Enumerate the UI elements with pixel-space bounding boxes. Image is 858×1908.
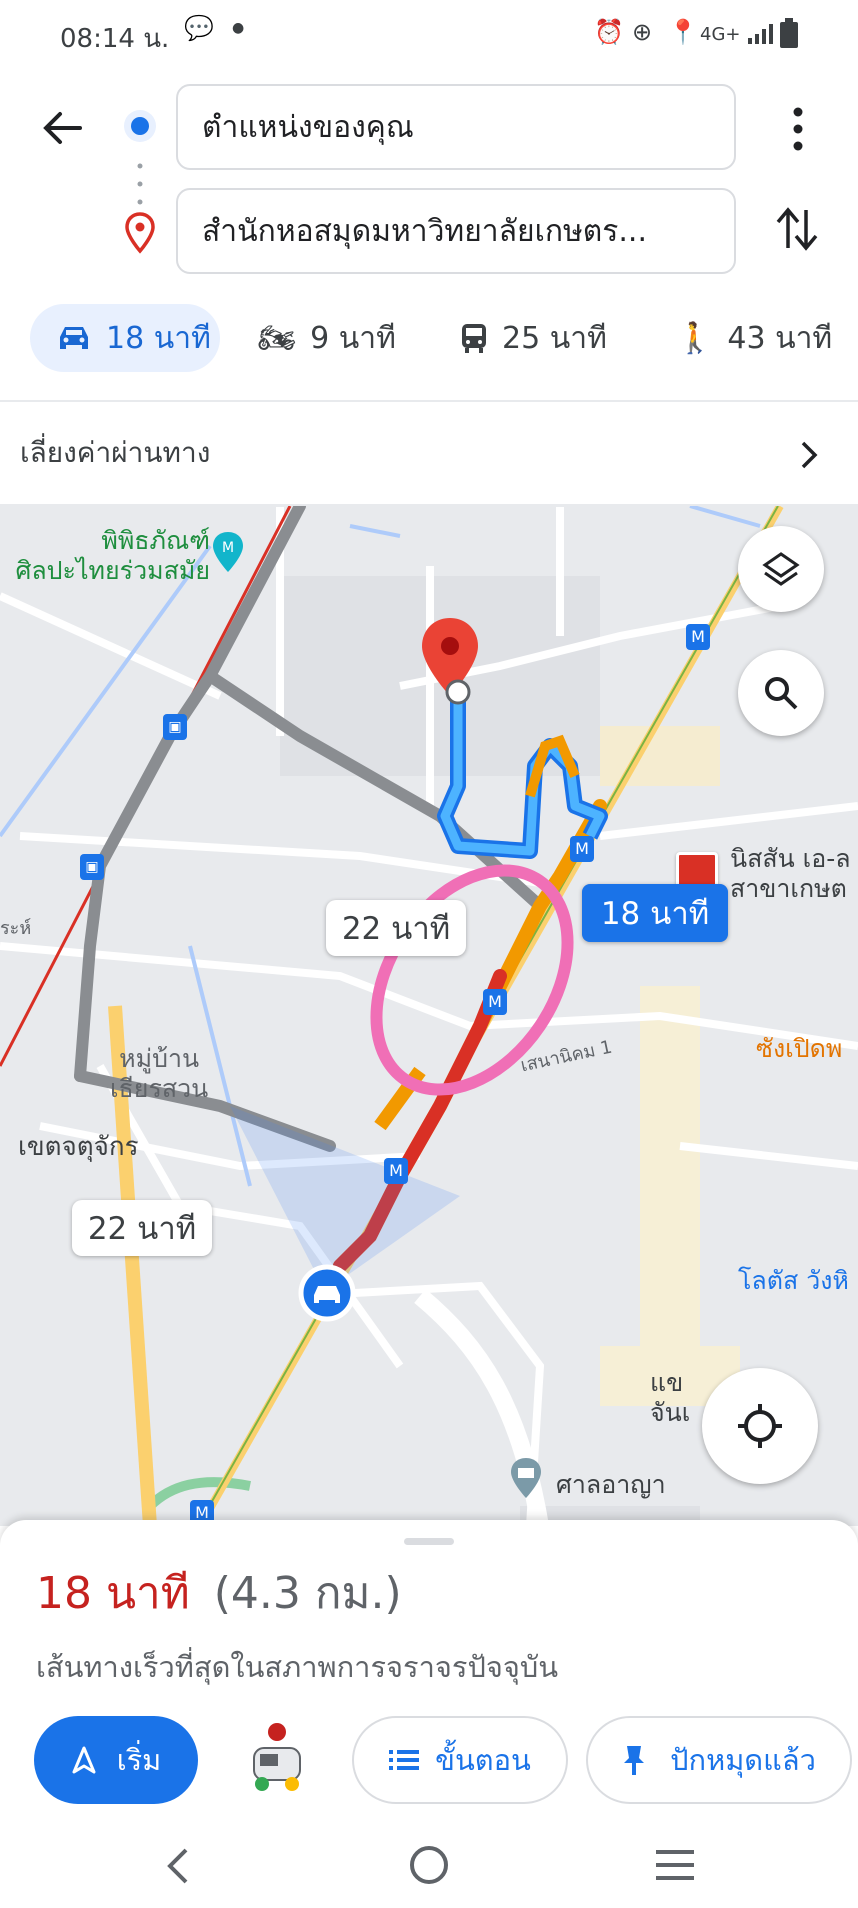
svg-text:M: M — [222, 540, 234, 556]
layers-button[interactable] — [738, 526, 824, 612]
mode-walking[interactable]: 🚶 43 นาที — [676, 304, 846, 372]
destination-pin-icon — [125, 212, 155, 254]
alt-route-time-1[interactable]: 22 นาที — [326, 900, 466, 956]
bus-stop-icon[interactable]: ▣ — [80, 854, 104, 880]
crosshair-icon — [738, 1404, 782, 1448]
car-icon — [60, 327, 88, 349]
alt-route-time-2[interactable]: 22 นาที — [72, 1200, 212, 1256]
my-location-button[interactable] — [702, 1368, 818, 1484]
metro-station-icon[interactable]: M — [686, 624, 710, 650]
network-label: 4G+ — [700, 24, 741, 45]
lotus-label[interactable]: โลตัส วังหิ — [738, 1266, 849, 1296]
pinned-button-label: ปักหมุดแล้ว — [670, 1743, 816, 1777]
metro-station-icon[interactable]: M — [570, 836, 594, 862]
mode-transit-label: 25 นาที — [502, 320, 607, 356]
alarm-icon: ⏰ — [594, 18, 624, 46]
origin-field[interactable]: ตำแหน่งของคุณ — [176, 84, 736, 170]
market-label[interactable]: ซังเปิดพ — [756, 1034, 842, 1064]
start-button[interactable]: เริ่ม — [34, 1716, 198, 1804]
route-summary: 18 นาที (4.3 กม.) — [36, 1568, 402, 1619]
status-time: 08:14 น. — [60, 24, 170, 54]
route-distance: (4.3 กม.) — [213, 1568, 402, 1619]
museum-label[interactable]: พิพิธภัณฑ์ ศิลปะไทยร่วมสมัย — [0, 526, 210, 586]
court-icon[interactable] — [508, 1456, 544, 1502]
village-label: หมู่บ้าน เธียรสวน — [110, 1044, 209, 1103]
list-icon — [389, 1750, 420, 1770]
current-location-icon[interactable] — [298, 1264, 356, 1322]
origin-dot-icon — [124, 110, 156, 142]
mode-driving-label: 18 นาที — [106, 320, 211, 356]
navigation-arrow-icon — [72, 1746, 96, 1774]
steps-button[interactable]: ขั้นตอน — [352, 1716, 568, 1804]
nav-menu-icon[interactable] — [654, 1848, 696, 1882]
walk-icon: 🚶 — [676, 320, 714, 356]
steps-button-label: ขั้นตอน — [435, 1743, 531, 1777]
district-label: เขตจตุจักร — [18, 1132, 139, 1162]
avoid-tolls-label: เลี่ยงค่าผ่านทาง — [20, 436, 211, 469]
chat-icon: 💬 — [184, 14, 214, 42]
street-view-icon[interactable] — [246, 1720, 308, 1800]
metro-station-icon[interactable]: M — [483, 989, 507, 1015]
battery-icon — [780, 18, 798, 48]
court-label[interactable]: ศาลอาญา — [556, 1470, 666, 1500]
nav-home-icon[interactable] — [408, 1844, 450, 1886]
start-button-label: เริ่ม — [116, 1743, 162, 1777]
more-options-icon[interactable] — [780, 104, 816, 154]
layers-icon — [762, 552, 800, 586]
status-bar: 08:14 น. 💬 ● ⏰ ⊕ 📍 4G+ — [0, 0, 858, 68]
dot-icon: ● — [232, 20, 245, 36]
location-icon: 📍 — [668, 18, 698, 46]
pinned-button[interactable]: ปักหมุดแล้ว — [586, 1716, 852, 1804]
chevron-right-icon — [801, 441, 818, 469]
route-summary-sheet[interactable]: 18 นาที (4.3 กม.) เส้นทางเร็วที่สุดในสภา… — [0, 1520, 858, 1820]
system-nav-bar — [0, 1820, 858, 1908]
route-duration: 18 นาที — [36, 1568, 190, 1619]
nav-back-icon[interactable] — [166, 1846, 190, 1886]
pin-icon — [624, 1746, 645, 1775]
destination-field[interactable]: สำนักหอสมุดมหาวิทยาลัยเกษตร... — [176, 188, 736, 274]
search-icon — [765, 677, 798, 710]
back-arrow-icon[interactable] — [40, 106, 84, 150]
metro-station-icon[interactable]: M — [384, 1158, 408, 1184]
signal-icon — [748, 24, 773, 44]
mode-transit[interactable]: 25 นาที — [460, 304, 620, 372]
mode-motorcycle-label: 9 นาที — [310, 320, 396, 356]
partial-label: แข จันเ — [650, 1368, 691, 1427]
route-description: เส้นทางเร็วที่สุดในสภาพการจราจรปัจจุบัน — [36, 1650, 559, 1684]
primary-route-time[interactable]: 18 นาที — [582, 884, 728, 942]
road-left-label: ระห์ — [0, 918, 32, 939]
sync-icon: ⊕ — [632, 18, 653, 46]
drag-handle[interactable] — [404, 1538, 454, 1545]
route-dots — [137, 163, 143, 205]
map-view[interactable]: M M M M M ▣ ▣ พิพิธภัณฑ์ ศิลปะไทยร่วมสมั… — [0, 506, 858, 1526]
museum-icon[interactable]: M — [210, 530, 246, 574]
bus-stop-icon[interactable]: ▣ — [163, 714, 187, 740]
swap-icon[interactable] — [774, 204, 820, 254]
avoid-tolls-option[interactable]: เลี่ยงค่าผ่านทาง — [0, 400, 858, 506]
mode-walking-label: 43 นาที — [727, 320, 833, 356]
mode-motorcycle[interactable]: 🏍 9 นาที — [258, 304, 418, 372]
nissan-label[interactable]: นิสสัน เอ-ล สาขาเกษต — [730, 844, 858, 904]
destination-marker-icon[interactable] — [418, 616, 482, 706]
mode-driving[interactable]: 18 นาที — [30, 304, 220, 372]
motorcycle-icon: 🏍 — [258, 320, 297, 356]
transit-icon — [462, 324, 486, 353]
map-search-button[interactable] — [738, 650, 824, 736]
